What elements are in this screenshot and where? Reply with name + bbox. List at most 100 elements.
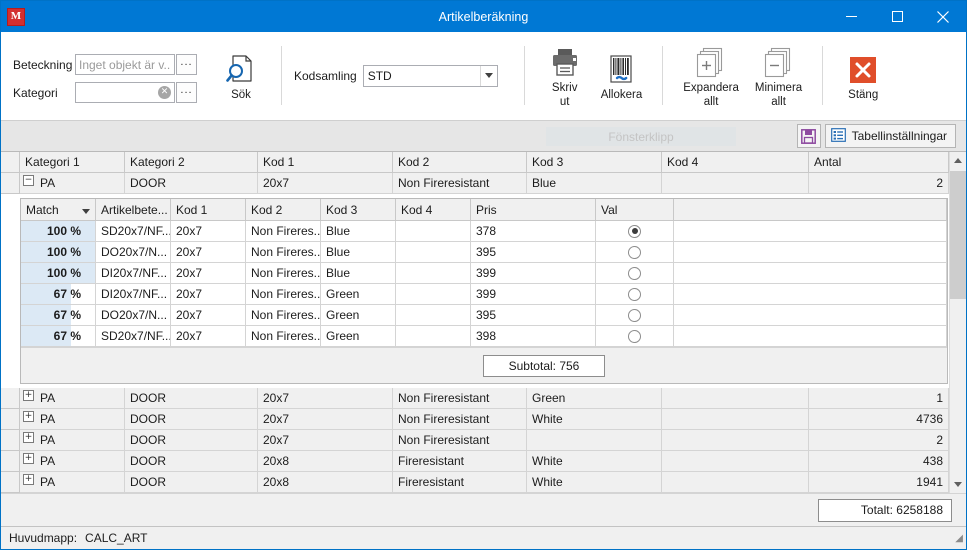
table-settings-button[interactable]: Tabellinställningar bbox=[824, 124, 956, 148]
search-button-label: Sök bbox=[231, 88, 251, 101]
detail-header-val[interactable]: Val bbox=[596, 199, 674, 221]
collapse-all-button[interactable]: Minimera allt bbox=[747, 38, 810, 113]
row-indicator bbox=[1, 451, 20, 472]
detail-row[interactable]: 67 % SD20x7/NF... 20x7 Non Fireres... Green 3… bbox=[21, 326, 947, 347]
grid-header-kod-4[interactable]: Kod 4 bbox=[662, 152, 809, 173]
cell-kategori-2: DOOR bbox=[125, 173, 258, 194]
table-row[interactable]: + PA DOOR 20x7 Non Fireresistant 2 bbox=[1, 430, 949, 451]
beteckning-placeholder: Inget objekt är v... bbox=[79, 57, 171, 72]
detail-header-kod-2[interactable]: Kod 2 bbox=[246, 199, 321, 221]
kodsamling-group: Kodsamling STD bbox=[290, 32, 502, 119]
cell-antal: 2 bbox=[809, 430, 949, 451]
scrollbar-track[interactable] bbox=[950, 169, 966, 476]
table-row[interactable]: + PA DOOR 20x8 Fireresistant White 1941 bbox=[1, 472, 949, 493]
cell-text: PA bbox=[40, 454, 56, 468]
allocate-button[interactable]: Allokera bbox=[593, 45, 651, 107]
select-radio-button[interactable] bbox=[628, 224, 641, 238]
detail-row[interactable]: 100 % SD20x7/NF... 20x7 Non Fireres... Blue 3… bbox=[21, 221, 947, 242]
expand-row-expander[interactable]: + bbox=[23, 432, 34, 443]
detail-cell-artikelbeteckning: SD20x7/NF... bbox=[96, 221, 171, 242]
detail-cell-kod-2: Non Fireres... bbox=[246, 326, 321, 347]
detail-cell-filler bbox=[674, 242, 947, 263]
close-window-label: Stäng bbox=[848, 88, 879, 101]
grid-header-kod-2[interactable]: Kod 2 bbox=[393, 152, 527, 173]
expand-collapse-group: Expandera allt Minimera allt bbox=[671, 32, 814, 119]
select-radio-button[interactable] bbox=[628, 329, 641, 343]
search-button[interactable]: Sök bbox=[213, 45, 269, 107]
cell-kod-2: Fireresistant bbox=[393, 472, 527, 493]
row-indicator bbox=[1, 472, 20, 493]
minimize-button[interactable] bbox=[828, 1, 874, 32]
detail-header-pris[interactable]: Pris bbox=[471, 199, 596, 221]
detail-row[interactable]: 100 % DO20x7/N... 20x7 Non Fireres... Blue 39… bbox=[21, 242, 947, 263]
scroll-up-button[interactable] bbox=[950, 152, 966, 169]
cell-kategori-1: + PA bbox=[20, 388, 125, 409]
detail-cell-kod-2: Non Fireres... bbox=[246, 242, 321, 263]
detail-cell-kod-2: Non Fireres... bbox=[246, 221, 321, 242]
expand-row-expander[interactable]: + bbox=[23, 390, 34, 401]
detail-grid: Match Artikelbete... Kod 1 Kod 2 Kod 3 K… bbox=[20, 198, 948, 384]
detail-header-kod-3[interactable]: Kod 3 bbox=[321, 199, 396, 221]
collapse-row-expander[interactable]: − bbox=[23, 175, 34, 186]
detail-cell-val[interactable] bbox=[596, 326, 674, 347]
detail-cell-val[interactable] bbox=[596, 221, 674, 242]
grid-header-kategori-2[interactable]: Kategori 2 bbox=[125, 152, 258, 173]
detail-header-kod-4[interactable]: Kod 4 bbox=[396, 199, 471, 221]
select-radio-button[interactable] bbox=[628, 266, 641, 280]
expand-row-expander[interactable]: + bbox=[23, 453, 34, 464]
cell-antal: 4736 bbox=[809, 409, 949, 430]
detail-cell-artikelbeteckning: DO20x7/N... bbox=[96, 242, 171, 263]
grid-header-kategori-1[interactable]: Kategori 1 bbox=[20, 152, 125, 173]
chevron-down-icon[interactable] bbox=[479, 65, 497, 86]
kategori-input[interactable]: ✕ bbox=[75, 82, 175, 103]
grid-header-antal[interactable]: Antal bbox=[809, 152, 949, 173]
save-button[interactable] bbox=[796, 124, 821, 148]
search-icon bbox=[224, 51, 258, 89]
scroll-down-button[interactable] bbox=[950, 476, 966, 493]
expand-all-button[interactable]: Expandera allt bbox=[675, 38, 747, 113]
expand-row-expander[interactable]: + bbox=[23, 474, 34, 485]
table-row[interactable]: + PA DOOR 20x7 Non Fireresistant White 4736 bbox=[1, 409, 949, 430]
beteckning-input[interactable]: Inget objekt är v... bbox=[75, 54, 175, 75]
select-radio-button[interactable] bbox=[628, 287, 641, 301]
detail-row[interactable]: 67 % DI20x7/NF... 20x7 Non Fireres... Green 3… bbox=[21, 284, 947, 305]
detail-row[interactable]: 67 % DO20x7/N... 20x7 Non Fireres... Green 39… bbox=[21, 305, 947, 326]
detail-row[interactable]: 100 % DI20x7/NF... 20x7 Non Fireres... Blue 3… bbox=[21, 263, 947, 284]
cell-kod-3: White bbox=[527, 472, 662, 493]
cell-kategori-1: − PA bbox=[20, 173, 125, 194]
cell-kod-1: 20x7 bbox=[258, 409, 393, 430]
maximize-button[interactable] bbox=[874, 1, 920, 32]
kodsamling-select[interactable]: STD bbox=[362, 64, 498, 87]
expand-row-expander[interactable]: + bbox=[23, 411, 34, 422]
table-row[interactable]: + PA DOOR 20x7 Non Fireresistant Green 1 bbox=[1, 388, 949, 409]
close-red-icon bbox=[848, 51, 878, 89]
status-value: CALC_ART bbox=[85, 531, 148, 545]
detail-header-artikelbeteckning[interactable]: Artikelbete... bbox=[96, 199, 171, 221]
select-radio-button[interactable] bbox=[628, 308, 641, 322]
select-radio-button[interactable] bbox=[628, 245, 641, 259]
grid-header-kod-1[interactable]: Kod 1 bbox=[258, 152, 393, 173]
scrollbar-thumb[interactable] bbox=[950, 171, 966, 299]
clear-icon[interactable]: ✕ bbox=[158, 86, 171, 99]
detail-cell-val[interactable] bbox=[596, 284, 674, 305]
detail-cell-val[interactable] bbox=[596, 305, 674, 326]
beteckning-browse-button[interactable]: ... bbox=[176, 54, 197, 75]
close-window-button[interactable]: Stäng bbox=[835, 45, 891, 107]
print-button[interactable]: Skriv ut bbox=[537, 38, 593, 113]
detail-cell-val[interactable] bbox=[596, 263, 674, 284]
grid-header-kod-3[interactable]: Kod 3 bbox=[527, 152, 662, 173]
kategori-browse-button[interactable]: ... bbox=[176, 82, 197, 103]
resize-grip-icon[interactable]: ◢ bbox=[955, 533, 963, 544]
table-row[interactable]: + PA DOOR 20x8 Fireresistant White 438 bbox=[1, 451, 949, 472]
close-button[interactable] bbox=[920, 1, 966, 32]
vertical-scrollbar[interactable] bbox=[949, 152, 966, 493]
detail-header-match[interactable]: Match bbox=[21, 199, 96, 221]
application-window: M Artikelberäkning Beteckning Inget obje… bbox=[0, 0, 967, 550]
beteckning-label: Beteckning bbox=[13, 57, 73, 72]
detail-cell-kod-2: Non Fireres... bbox=[246, 263, 321, 284]
detail-header-kod-1[interactable]: Kod 1 bbox=[171, 199, 246, 221]
detail-cell-val[interactable] bbox=[596, 242, 674, 263]
fonsterklipp-button: Fönsterklipp bbox=[546, 127, 736, 146]
detail-cell-artikelbeteckning: DI20x7/NF... bbox=[96, 284, 171, 305]
table-row[interactable]: − PA DOOR 20x7 Non Fireresistant Blue 2 bbox=[1, 173, 949, 194]
